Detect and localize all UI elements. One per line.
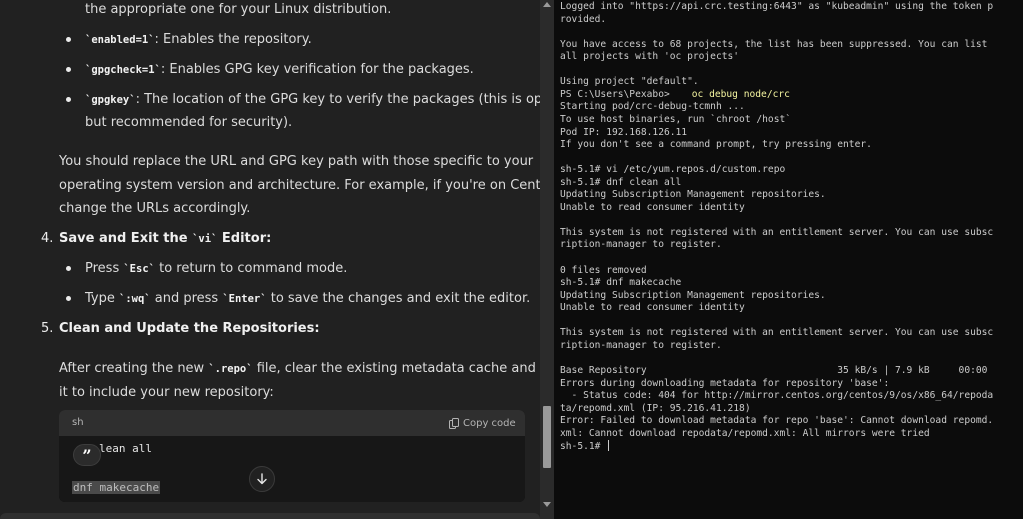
terminal-line: Updating Subscription Management reposit… <box>560 289 826 301</box>
terminal-line: 0 files removed <box>560 264 647 276</box>
terminal-line: Unable to read consumer identity <box>560 201 745 213</box>
terminal-line: Pod IP: 192.168.126.11 <box>560 126 688 138</box>
terminal-line: Using project "default". <box>560 76 699 88</box>
terminal-line: sh-5.1# dnf clean all <box>560 176 682 188</box>
scroll-up-arrow-icon[interactable] <box>543 2 551 7</box>
copy-code-label: Copy code <box>463 417 516 429</box>
terminal-line: Errors during downloading metadata for r… <box>560 377 890 389</box>
paragraph-line: After creating the new `.repo` file, cle… <box>59 361 540 376</box>
terminal-line: sh-5.1# vi /etc/yum.repos.d/custom.repo <box>560 164 786 176</box>
bullet-gpgkey: `gpgkey`: The location of the GPG key to… <box>85 92 540 107</box>
scroll-down-arrow-icon[interactable] <box>543 502 551 507</box>
code-line-selected: dnf makecache <box>72 481 161 494</box>
copy-icon <box>449 417 459 429</box>
terminal-line: Error: Failed to download metadata for r… <box>560 415 994 427</box>
code-line: lean all <box>99 442 152 455</box>
bullet-type-wq: Type `:wq` and press `Enter` to save the… <box>85 291 531 306</box>
terminal-cursor <box>608 440 610 452</box>
bullet-gpgkey-cont: but recommended for security). <box>85 115 293 130</box>
paragraph-line: change the URLs accordingly. <box>59 201 251 216</box>
bullet-enabled: `enabled=1`: Enables the repository. <box>85 32 312 47</box>
oc-debug-command: oc debug node/crc <box>691 88 790 100</box>
terminal-window[interactable]: Logged into "https://api.crc.testing:644… <box>554 0 1023 519</box>
copy-code-button[interactable]: Copy code <box>449 416 516 430</box>
step-heading-save-exit: Save and Exit the `vi` Editor: <box>59 231 272 246</box>
terminal-line: all projects with 'oc projects' <box>560 51 740 63</box>
terminal-line: ription-manager to register. <box>560 239 722 251</box>
scrollbar-thumb[interactable] <box>543 406 551 468</box>
paragraph-line: it to include your new repository: <box>59 385 274 400</box>
code-language-label: sh <box>72 417 84 428</box>
bullet <box>66 37 71 42</box>
step-number: 5. <box>41 321 54 336</box>
terminal-line: Updating Subscription Management reposit… <box>560 189 826 201</box>
quote-icon[interactable]: ” <box>73 444 101 466</box>
terminal-line: Unable to read consumer identity <box>560 302 745 314</box>
terminal-line: sh-5.1# dnf makecache <box>560 277 682 289</box>
terminal-line: PS C:\Users\Pexabo> oc debug node/crc <box>560 88 790 100</box>
code-block-body[interactable]: lean all ” dnf makecache <box>59 436 525 502</box>
arrow-down-icon <box>257 473 267 485</box>
paragraph-line: You should replace the URL and GPG key p… <box>59 154 534 169</box>
bullet <box>66 67 71 72</box>
terminal-line: Logged into "https://api.crc.testing:644… <box>560 1 994 12</box>
terminal-line: Starting pod/crc-debug-tcmnh ... <box>560 101 745 113</box>
code-block: sh Copy code lean all ” dnf makecache <box>59 410 525 502</box>
bullet <box>66 296 71 301</box>
bullet <box>66 266 71 271</box>
terminal-line: You have access to 68 projects, the list… <box>560 38 988 50</box>
terminal-line: ta/repomd.xml (IP: 95.216.41.218) <box>560 402 751 414</box>
chat-scrollbar[interactable] <box>540 0 554 519</box>
terminal-line: - Status code: 404 for http://mirror.cen… <box>560 390 994 402</box>
terminal-line: Base Repository 35 kB/s | 7.9 kB 00:00 <box>560 364 988 376</box>
bullet-gpgcheck: `gpgcheck=1`: Enables GPG key verificati… <box>85 62 474 77</box>
terminal-line: sh-5.1# <box>560 440 610 453</box>
terminal-line: This system is not registered with an en… <box>560 327 994 339</box>
terminal-line: To use host binaries, run `chroot /host` <box>560 113 792 125</box>
scroll-to-bottom-button[interactable] <box>249 466 275 492</box>
terminal-line: ription-manager to register. <box>560 339 722 351</box>
terminal-line: xml: Cannot download repodata/repomd.xml… <box>560 427 930 439</box>
step-number: 4. <box>41 231 54 246</box>
bullet <box>66 97 71 102</box>
step-heading-clean-update: Clean and Update the Repositories: <box>59 321 320 336</box>
composer-edge <box>0 513 540 519</box>
terminal-line: If you don't see a command prompt, try p… <box>560 139 872 151</box>
intro-text: the appropriate one for your Linux distr… <box>85 2 392 17</box>
paragraph-line: operating system version and architectur… <box>59 178 540 193</box>
terminal-line: This system is not registered with an en… <box>560 226 994 238</box>
terminal-line: rovided. <box>560 13 607 25</box>
code-block-header: sh Copy code <box>59 410 525 436</box>
bullet-press-esc: Press `Esc` to return to command mode. <box>85 261 348 276</box>
chat-pane: the appropriate one for your Linux distr… <box>0 0 540 519</box>
